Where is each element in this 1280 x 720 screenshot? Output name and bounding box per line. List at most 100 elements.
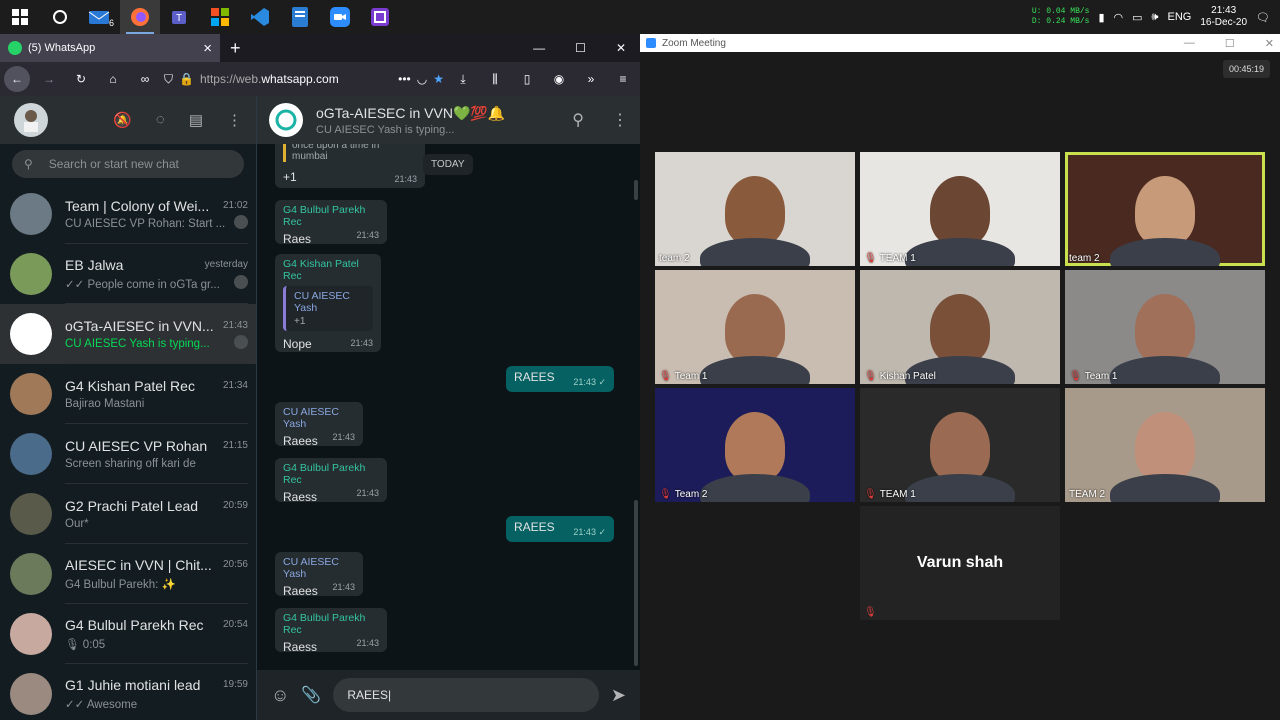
message-bubble[interactable]: RAEES 21:43 ✓	[506, 366, 614, 392]
search-input[interactable]: ⚲ Search or start new chat	[12, 150, 244, 178]
conversation-header[interactable]: oGTa-AIESEC in VVN💚💯🔔 CU AIESEC Yash is …	[257, 96, 640, 144]
notifications-off-icon[interactable]: 🔕	[113, 111, 132, 129]
svg-text:T: T	[176, 13, 182, 24]
minimize-icon[interactable]: —	[1184, 37, 1195, 50]
volume-icon[interactable]: 🕪	[1152, 11, 1159, 24]
language-indicator[interactable]: ENG	[1167, 11, 1191, 23]
forward-button-icon[interactable]: →	[36, 66, 62, 92]
chat-time: 19:59	[222, 679, 248, 690]
message-input-value: RAEES	[347, 688, 388, 702]
shield-icon[interactable]: ⛉	[164, 72, 173, 87]
search-icon[interactable]: ⚲	[572, 110, 584, 130]
participant-name: TEAM 1	[879, 253, 916, 264]
status-icon[interactable]: ◌	[156, 111, 165, 129]
maximize-icon[interactable]: ☐	[1225, 37, 1235, 50]
participant-tile[interactable]: 🎙 Team 2	[655, 388, 855, 502]
zoom-logo-icon	[646, 38, 656, 48]
attach-icon[interactable]: 📎	[301, 685, 321, 705]
message-bubble[interactable]: CU AIESEC Yash Raees 21:43	[275, 402, 363, 448]
scrollbar-thumb[interactable]	[634, 180, 638, 200]
close-window-icon[interactable]: ✕	[616, 41, 626, 55]
zoom-icon[interactable]	[320, 0, 360, 34]
participant-tile[interactable]: TEAM 2	[1065, 388, 1265, 502]
pocket-icon[interactable]: ◡	[417, 72, 427, 86]
scrollbar-thumb[interactable]	[634, 500, 638, 666]
tracking-icon[interactable]: ∞	[132, 66, 158, 92]
battery-icon[interactable]: ▭	[1132, 11, 1142, 24]
participant-tile[interactable]: 🎙 Team 1	[655, 270, 855, 384]
library-icon[interactable]: ⫼	[482, 66, 508, 92]
chat-list-item[interactable]: G2 Prachi Patel Lead 20:59 Our*	[0, 484, 256, 544]
emoji-icon[interactable]: ☺	[271, 685, 289, 706]
new-tab-button[interactable]: +	[230, 38, 241, 59]
menu-dots-icon[interactable]: ⋮	[612, 110, 628, 130]
chat-list-item[interactable]: Team | Colony of Wei... 21:02 CU AIESEC VP…	[0, 184, 256, 244]
participant-tile[interactable]: team 2	[655, 152, 855, 266]
account-icon[interactable]: ◉	[546, 66, 572, 92]
participant-tile[interactable]: team 2	[1065, 152, 1265, 266]
message-text: Nope	[283, 337, 312, 351]
chat-list-panel: 🔕 ◌ ▤ ⋮ ⚲ Search or start new chat Team …	[0, 96, 257, 720]
group-avatar[interactable]	[269, 103, 303, 137]
avatar[interactable]	[14, 103, 48, 137]
message-bubble[interactable]: G4 Bulbul Parekh Rec Raess 21:43	[275, 458, 387, 504]
overflow-icon[interactable]: »	[578, 66, 604, 92]
participant-video	[930, 294, 990, 364]
menu-dots-icon[interactable]: ⋮	[227, 111, 242, 129]
close-tab-icon[interactable]: ×	[203, 40, 212, 57]
menu-icon[interactable]: ≡	[610, 66, 636, 92]
participant-tile[interactable]: 🎙 TEAM 1	[860, 152, 1060, 266]
maximize-icon[interactable]: ☐	[575, 41, 586, 55]
chat-list-item[interactable]: G1 Juhie motiani lead 19:59 ✓✓ Awesome	[0, 664, 256, 720]
message-bubble[interactable]: G4 Bulbul Parekh Rec Raes 21:43	[275, 200, 387, 246]
upload-speed: U: 0.04 MB/s	[1031, 7, 1090, 16]
close-window-icon[interactable]: ✕	[1265, 37, 1274, 50]
message-bubble[interactable]: G4 Bulbul Parekh Rec Raess 21:43	[275, 608, 387, 654]
chat-list-item[interactable]: CU AIESEC VP Rohan 21:15 Screen sharing of…	[0, 424, 256, 484]
clock[interactable]: 21:43 16-Dec-20	[1200, 5, 1247, 29]
participant-tile[interactable]: 🎙 Kishan Patel	[860, 270, 1060, 384]
cortana-icon[interactable]	[40, 0, 80, 34]
usb-icon[interactable]: ▮	[1098, 11, 1104, 24]
sidebar-icon[interactable]: ▯	[514, 66, 540, 92]
message-bubble[interactable]: RAEES 21:43 ✓	[506, 516, 614, 542]
tab-title: (5) WhatsApp	[28, 42, 96, 54]
word-icon[interactable]	[280, 0, 320, 34]
message-time: 21:43	[332, 582, 355, 592]
teams-icon[interactable]: T	[160, 0, 200, 34]
minimize-icon[interactable]: —	[533, 41, 545, 55]
home-icon[interactable]: ⌂	[100, 66, 126, 92]
chat-list-item[interactable]: AIESEC in VVN | Chit... 20:56 G4 Bulbul Pa…	[0, 544, 256, 604]
app-icon[interactable]	[360, 0, 400, 34]
wifi-icon[interactable]: ◠	[1114, 11, 1124, 24]
participant-video	[725, 412, 785, 482]
notification-icon[interactable]: 🗨	[1256, 11, 1270, 24]
participant-tile-name[interactable]: Varun shah 🎙	[860, 506, 1060, 620]
message-input[interactable]: RAEES |	[333, 678, 599, 712]
chat-list-item[interactable]: G4 Bulbul Parekh Rec 20:54 🎙 0:05	[0, 604, 256, 664]
back-button-icon[interactable]: ←	[4, 66, 30, 92]
chat-time: 21:02	[222, 200, 248, 211]
message-bubble[interactable]: once upon a time in mumbai +1 21:43	[275, 144, 425, 188]
chat-list-item[interactable]: G4 Kishan Patel Rec 21:34 Bajirao Mastani	[0, 364, 256, 424]
reload-icon[interactable]: ↻	[68, 66, 94, 92]
bookmark-star-icon[interactable]: ★	[433, 72, 444, 86]
mail-icon[interactable]: 6	[80, 0, 120, 34]
quoted-message[interactable]: CU AIESEC Yash +1	[283, 286, 373, 331]
chat-list-item[interactable]: oGTa-AIESEC in VVN... 21:43 CU AIESEC Yash…	[0, 304, 256, 364]
download-icon[interactable]: ⤓	[450, 66, 476, 92]
page-actions-icon[interactable]: •••	[398, 72, 411, 86]
chat-list-item[interactable]: EB Jalwa yesterday ✓✓ People come in oGTa …	[0, 244, 256, 304]
participant-tile[interactable]: 🎙 Team 1	[1065, 270, 1265, 384]
vscode-icon[interactable]	[240, 0, 280, 34]
new-chat-icon[interactable]: ▤	[189, 111, 203, 129]
participant-tile[interactable]: 🎙 TEAM 1	[860, 388, 1060, 502]
message-bubble[interactable]: CU AIESEC Yash Raees 21:43	[275, 552, 363, 598]
send-icon[interactable]: ➤	[611, 685, 626, 706]
url-bar[interactable]: ⛉ 🔒 https://web.whatsapp.com ••• ◡ ★	[164, 66, 444, 92]
firefox-icon[interactable]	[120, 0, 160, 34]
windows-start-icon[interactable]	[0, 0, 40, 34]
tab-whatsapp[interactable]: (5) WhatsApp ×	[0, 34, 220, 62]
message-bubble[interactable]: G4 Kishan Patel Rec CU AIESEC Yash +1 No…	[275, 254, 381, 352]
office-icon[interactable]	[200, 0, 240, 34]
